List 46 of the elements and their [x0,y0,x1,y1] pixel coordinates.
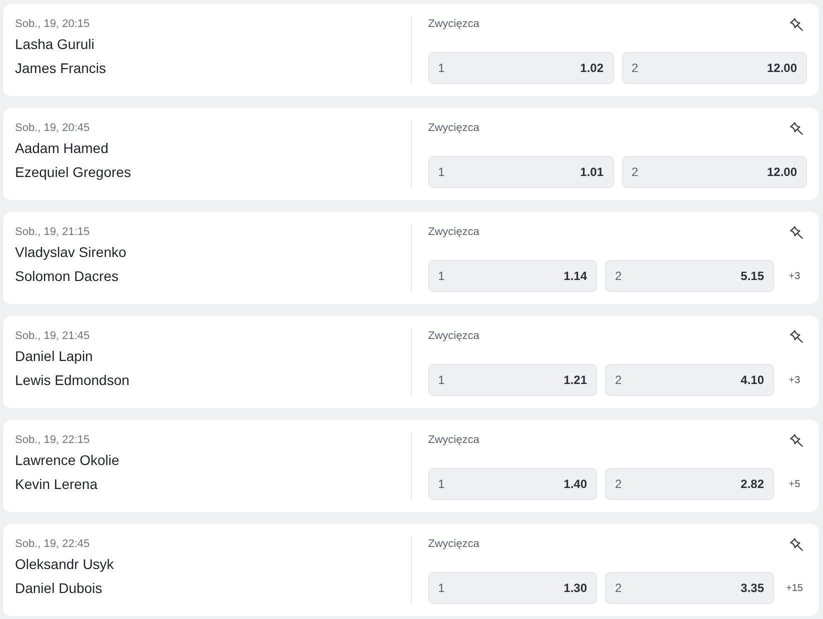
event-time: Sob., 19, 20:45 [15,121,90,136]
competitor-name: Aadam Hamed [15,139,108,158]
competitor-name: Vladyslav Sirenko [15,243,126,262]
odds-button[interactable]: 2 4.10 [605,364,774,396]
odds-button[interactable]: 1 1.14 [428,260,597,292]
market-label: Zwycięzca [428,17,480,32]
pin-icon[interactable] [790,122,803,134]
competitor-name: Lasha Guruli [15,35,94,54]
odds-button[interactable]: 1 1.01 [428,156,614,188]
competitor-name: Lewis Edmondson [15,371,130,390]
odds-button[interactable]: 2 3.35 [605,572,774,604]
market-label: Zwycięzca [428,537,480,552]
odds-button[interactable]: 2 12.00 [622,52,807,84]
competitor-name: Kevin Lerena [15,475,98,494]
market-label: Zwycięzca [428,225,480,240]
event-time: Sob., 19, 22:15 [15,433,90,448]
pin-icon[interactable] [790,18,803,30]
odds-button[interactable]: 1 1.02 [428,52,614,84]
pin-icon[interactable] [790,538,803,550]
event-time: Sob., 19, 22:45 [15,537,90,552]
more-markets-button[interactable]: +15 [782,572,807,604]
pin-icon[interactable] [790,330,803,342]
competitor-name: Daniel Lapin [15,347,93,366]
pin-icon[interactable] [790,226,803,238]
competitor-name: Solomon Dacres [15,267,118,286]
more-markets-button[interactable]: +3 [782,364,807,396]
event-time: Sob., 19, 21:45 [15,329,90,344]
competitor-name: Oleksandr Usyk [15,555,114,574]
competitor-name: Ezequiel Gregores [15,163,131,182]
more-markets-button[interactable]: +5 [782,468,807,500]
odds-button[interactable]: 2 5.15 [605,260,774,292]
market-label: Zwycięzca [428,329,480,344]
event-time: Sob., 19, 20:15 [15,17,90,32]
more-markets-button[interactable]: +3 [782,260,807,292]
competitor-name: James Francis [15,59,106,78]
pin-icon[interactable] [790,434,803,446]
event-time: Sob., 19, 21:15 [15,225,90,240]
odds-button[interactable]: 1 1.21 [428,364,597,396]
competitor-name: Lawrence Okolie [15,451,120,470]
market-label: Zwycięzca [428,433,480,448]
market-label: Zwycięzca [428,121,480,136]
odds-button[interactable]: 1 1.30 [428,572,597,604]
odds-button[interactable]: 2 2.82 [605,468,774,500]
odds-button[interactable]: 2 12.00 [622,156,807,188]
odds-button[interactable]: 1 1.40 [428,468,597,500]
competitor-name: Daniel Dubois [15,579,102,598]
